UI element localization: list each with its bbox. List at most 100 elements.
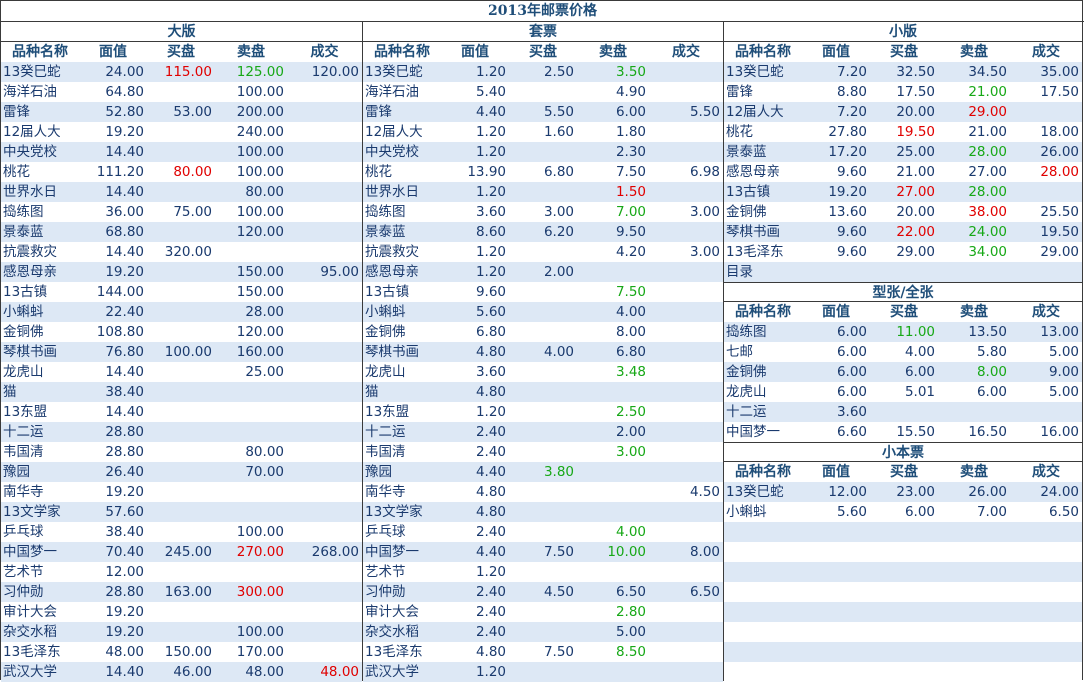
cell-buy [509, 442, 577, 462]
cell-name: 感恩母亲 [3, 264, 57, 280]
cell-deal [649, 402, 723, 422]
cell-buy [509, 142, 577, 162]
cell-buy [509, 502, 577, 522]
column-header-sell: 卖盘 [960, 304, 988, 320]
cell-sell [577, 262, 649, 282]
cell-deal [649, 182, 723, 202]
table-row: 13东盟 14.40 [1, 402, 362, 422]
cell-buy [509, 422, 577, 442]
cell-buy [509, 282, 577, 302]
cell-face: 1.20 [475, 124, 506, 140]
cell-name: 13古镇 [3, 284, 48, 300]
cell-buy [509, 362, 577, 382]
cell-deal [287, 502, 362, 522]
column-header-buy: 买盘 [890, 304, 918, 320]
cell-face: 28.80 [105, 584, 144, 600]
table-row: 艺术节 1.20 [363, 562, 723, 582]
table-row: 感恩母亲 19.20 150.00 95.00 [1, 262, 362, 282]
cell-buy: 150.00 [164, 644, 212, 660]
column-header-face: 面值 [822, 464, 850, 480]
cell-deal [649, 62, 723, 82]
cell-deal [649, 322, 723, 342]
cell-sell: 13.50 [968, 324, 1007, 340]
cell-sell: 100.00 [236, 164, 284, 180]
cell-deal [287, 402, 362, 422]
cell-face: 7.20 [836, 64, 867, 80]
cell-buy [147, 182, 215, 202]
column-header-buy: 买盘 [167, 44, 195, 60]
cell-sell [577, 562, 649, 582]
cell-deal [287, 142, 362, 162]
cell-name: 武汉大学 [3, 664, 57, 680]
cell-deal [649, 362, 723, 382]
table-row: 小蝌蚪 5.60 6.00 7.00 6.50 [724, 502, 1082, 522]
column-header-sell: 卖盘 [599, 44, 627, 60]
cell-deal [287, 302, 362, 322]
table-row: 13癸巳蛇 1.20 2.50 3.50 [363, 62, 723, 82]
cell-name: 龙虎山 [3, 364, 44, 380]
table-row: 13毛泽东 9.60 29.00 34.00 29.00 [724, 242, 1082, 262]
cell-sell [215, 602, 287, 622]
cell-name: 捣练图 [3, 204, 44, 220]
column-header-buy: 买盘 [529, 44, 557, 60]
cell-buy: 4.50 [543, 584, 574, 600]
table-row: 金铜佛 6.80 8.00 [363, 322, 723, 342]
cell-name: 桃花 [726, 124, 753, 140]
cell-deal: 25.50 [1040, 204, 1079, 220]
cell-sell [215, 422, 287, 442]
cell-name: 杂交水稻 [365, 624, 419, 640]
cell-buy [147, 622, 215, 642]
cell-name: 雷锋 [726, 84, 753, 100]
cell-sell: 100.00 [236, 524, 284, 540]
table-row: 12届人大 7.20 20.00 29.00 [724, 102, 1082, 122]
cell-face: 64.80 [105, 84, 144, 100]
table-row: 13文学家 57.60 [1, 502, 362, 522]
cell-deal [649, 262, 723, 282]
cell-sell: 3.48 [615, 364, 646, 380]
cell-name: 13文学家 [3, 504, 61, 520]
cell-face: 6.00 [836, 344, 867, 360]
cell-face: 13.90 [467, 164, 506, 180]
section-right-column: 小版 品种名称 面值 买盘 卖盘 成交 13癸巳蛇 7.20 32.50 34.50 35.00 雷锋… [724, 22, 1082, 682]
cell-deal [287, 282, 362, 302]
cell-face: 70.40 [105, 544, 144, 560]
table-row: 海洋石油 64.80 100.00 [1, 82, 362, 102]
cell-deal [287, 622, 362, 642]
cell-deal: 19.50 [1040, 224, 1079, 240]
cell-face: 22.40 [105, 304, 144, 320]
cell-sell: 28.00 [968, 144, 1007, 160]
cell-face: 14.40 [105, 144, 144, 160]
cell-sell: 7.50 [615, 164, 646, 180]
cell-deal [287, 102, 362, 122]
cell-sell [215, 482, 287, 502]
cell-buy: 100.00 [164, 344, 212, 360]
cell-buy: 7.50 [543, 644, 574, 660]
cell-face: 19.20 [105, 484, 144, 500]
cell-face: 6.60 [836, 424, 867, 440]
table-row: 13毛泽东 4.80 7.50 8.50 [363, 642, 723, 662]
cell-buy [147, 302, 215, 322]
cell-deal [287, 522, 362, 542]
table-row: 十二运 28.80 [1, 422, 362, 442]
empty-row [724, 542, 1082, 562]
cell-buy [147, 442, 215, 462]
table-row: 13古镇 19.20 27.00 28.00 [724, 182, 1082, 202]
cell-buy [509, 602, 577, 622]
cell-face: 6.00 [836, 364, 867, 380]
cell-name: 景泰蓝 [726, 144, 767, 160]
cell-name: 龙虎山 [726, 384, 767, 400]
table-row: 13毛泽东 48.00 150.00 170.00 [1, 642, 362, 662]
cell-face: 14.40 [105, 364, 144, 380]
cell-buy [509, 322, 577, 342]
table-row: 金铜佛 13.60 20.00 38.00 25.50 [724, 202, 1082, 222]
cell-name: 13癸巳蛇 [726, 484, 784, 500]
table-row: 世界水日 1.20 1.50 [363, 182, 723, 202]
table-row: 审计大会 19.20 [1, 602, 362, 622]
table-row: 琴棋书画 9.60 22.00 24.00 19.50 [724, 222, 1082, 242]
table-row: 12届人大 19.20 240.00 [1, 122, 362, 142]
cell-face: 38.40 [105, 524, 144, 540]
cell-sell [215, 382, 287, 402]
cell-deal: 35.00 [1040, 64, 1079, 80]
cell-buy [509, 82, 577, 102]
cell-buy: 15.50 [896, 424, 935, 440]
